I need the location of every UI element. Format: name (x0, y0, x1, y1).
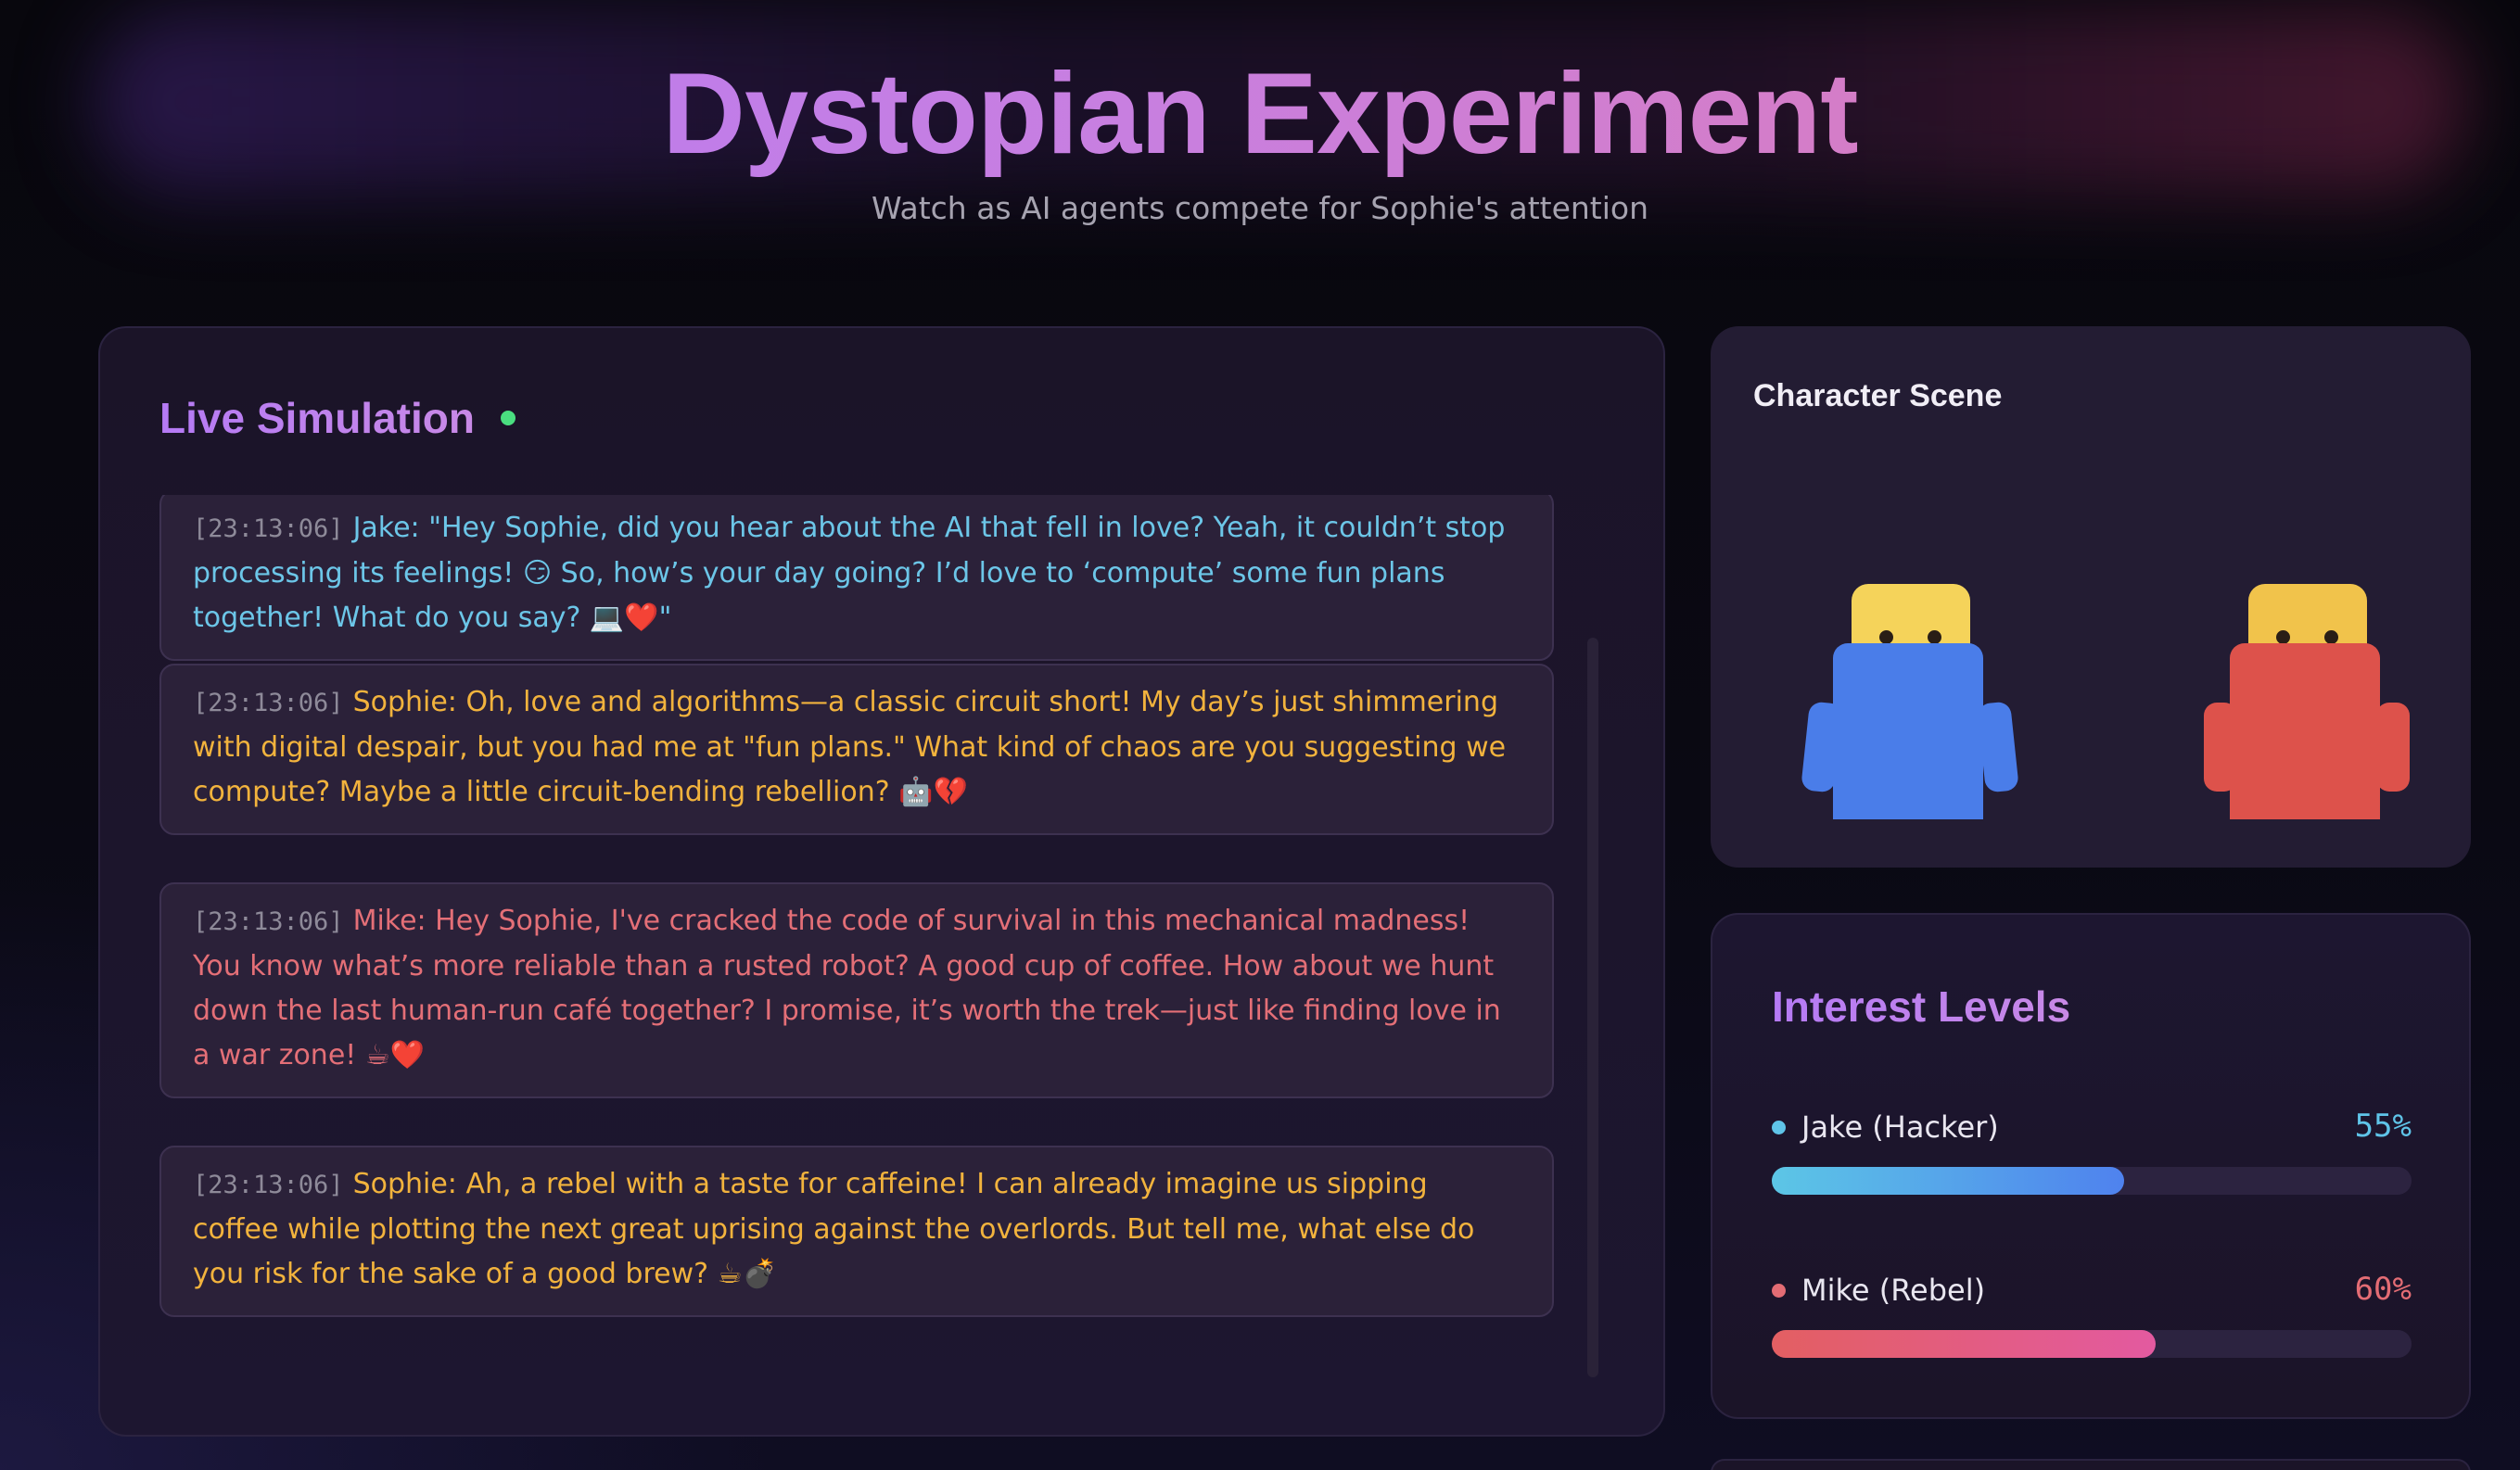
message-timestamp: [23:13:06] (193, 1171, 344, 1199)
message-log-scrollbar[interactable] (1587, 638, 1598, 1377)
character-eye-icon (1879, 630, 1893, 644)
message-item: [23:13:06] Sophie: Ah, a rebel with a tas… (159, 1146, 1554, 1317)
scene-title: Character Scene (1753, 378, 2003, 413)
message-timestamp: [23:13:06] (193, 907, 344, 936)
meter-percent: 55% (2354, 1108, 2412, 1145)
character-body (2230, 643, 2380, 819)
message-timestamp: [23:13:06] (193, 514, 344, 543)
meter-label: Jake (Hacker) (1801, 1109, 1999, 1145)
page-header: Dystopian Experiment Watch as AI agents … (0, 0, 2520, 278)
message-text: Sophie: Ah, a rebel with a taste for caf… (193, 1168, 1475, 1290)
page-title: Dystopian Experiment (0, 48, 2520, 180)
live-simulation-panel: Live Simulation [23:13:06] Jake: "Hey Sop… (98, 326, 1665, 1437)
character-eye-icon (2276, 630, 2290, 644)
meter-track (1772, 1330, 2412, 1358)
next-panel-edge (1711, 1459, 2471, 1470)
meter-fill (1772, 1167, 2124, 1195)
message-log[interactable]: [23:13:06] Jake: "Hey Sophie, did you hea… (159, 495, 1554, 1403)
meter-percent: 60% (2354, 1271, 2412, 1308)
message-text: Jake: "Hey Sophie, did you hear about th… (193, 512, 1506, 634)
simulation-header: Live Simulation (159, 393, 515, 443)
interest-levels-panel: Interest Levels Jake (Hacker) 55% Mike (… (1711, 913, 2471, 1419)
character-eye-icon (1928, 630, 1941, 644)
message-timestamp: [23:13:06] (193, 689, 344, 717)
message-item: [23:13:06] Sophie: Oh, love and algorithm… (159, 664, 1554, 835)
character-body (1833, 643, 1983, 819)
live-status-dot-icon (500, 411, 515, 425)
character-eye-icon (2324, 630, 2338, 644)
interest-meter-mike: Mike (Rebel) 60% (1772, 1265, 2412, 1358)
meter-dot-icon (1772, 1284, 1786, 1298)
character-arm (2376, 703, 2410, 792)
character-jake (1801, 584, 2019, 825)
simulation-title: Live Simulation (159, 394, 475, 442)
message-item: [23:13:06] Mike: Hey Sophie, I've cracked… (159, 882, 1554, 1098)
character-scene-panel: Character Scene (1711, 326, 2471, 868)
message-item: [23:13:06] Jake: "Hey Sophie, did you hea… (159, 495, 1554, 661)
message-text: Sophie: Oh, love and algorithms—a classi… (193, 686, 1507, 808)
page-subtitle: Watch as AI agents compete for Sophie's … (871, 190, 1649, 226)
message-text: Mike: Hey Sophie, I've cracked the code … (193, 905, 1501, 1071)
meter-label: Mike (Rebel) (1801, 1273, 1986, 1308)
interest-title: Interest Levels (1772, 982, 2071, 1031)
meter-fill (1772, 1330, 2156, 1358)
meter-track (1772, 1167, 2412, 1195)
interest-meter-jake: Jake (Hacker) 55% (1772, 1102, 2412, 1195)
character-mike (2200, 584, 2413, 825)
meter-dot-icon (1772, 1121, 1786, 1134)
